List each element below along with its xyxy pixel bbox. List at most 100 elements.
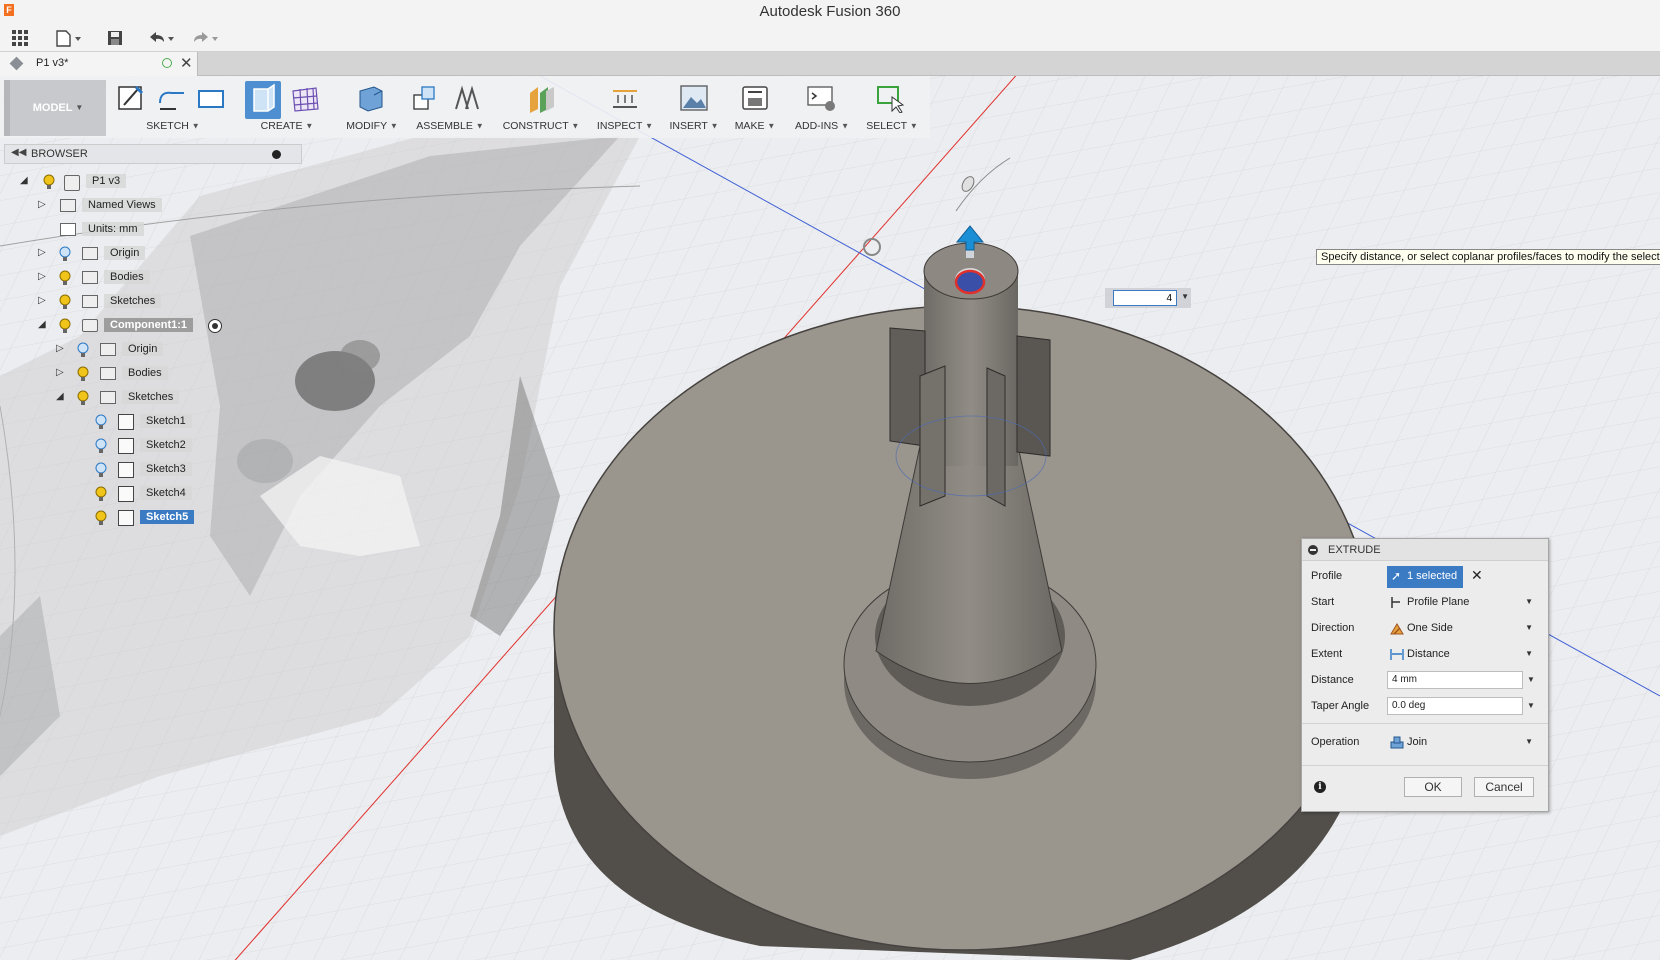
close-tab-icon[interactable]: ✕: [180, 54, 193, 72]
dropdown-arrow-icon: ▼: [1525, 623, 1533, 632]
offset-plane-icon[interactable]: [526, 83, 556, 113]
expand-arrow-icon[interactable]: ▷: [56, 343, 64, 354]
apps-grid-icon[interactable]: [10, 28, 30, 48]
visibility-bulb-icon[interactable]: [58, 246, 72, 262]
distance-value-input[interactable]: [1113, 290, 1177, 306]
one-side-icon: [1390, 623, 1404, 635]
visibility-bulb-icon[interactable]: [94, 486, 108, 502]
press-pull-icon[interactable]: [356, 83, 386, 113]
sketch-icon: [118, 414, 134, 430]
collapse-arrow-icon[interactable]: ◢: [56, 391, 64, 402]
expand-arrow-icon[interactable]: ▷: [38, 271, 46, 282]
folder-icon: [100, 343, 116, 356]
visibility-bulb-icon[interactable]: [76, 366, 90, 382]
folder-icon: [82, 271, 98, 284]
extrude-icon[interactable]: [248, 83, 278, 113]
expand-arrow-icon[interactable]: ▷: [38, 295, 46, 306]
create-group[interactable]: CREATE ▼: [242, 78, 332, 136]
scripts-addins-icon[interactable]: [806, 83, 836, 113]
document-cube-icon: [9, 56, 24, 71]
direction-value: One Side: [1407, 622, 1453, 634]
visibility-bulb-icon[interactable]: [94, 462, 108, 478]
redo-icon[interactable]: [190, 28, 222, 48]
extrude-dialog-header[interactable]: EXTRUDE: [1302, 539, 1548, 561]
scene-canvas: [0, 76, 1660, 960]
visibility-bulb-icon[interactable]: [58, 270, 72, 286]
sketch-icon: [118, 462, 134, 478]
browser-minimize-icon[interactable]: [272, 150, 281, 159]
undo-icon[interactable]: [146, 28, 178, 48]
tree-item-label: Sketches: [122, 390, 180, 404]
extent-label: Extent: [1311, 648, 1343, 660]
direction-select[interactable]: One Side ▼: [1387, 619, 1537, 639]
extent-row: Extent Distance ▼: [1302, 642, 1548, 668]
tree-item-label: Sketch5: [140, 510, 195, 524]
visibility-bulb-icon[interactable]: [76, 390, 90, 406]
sketch-icon: [118, 438, 134, 454]
cancel-button[interactable]: Cancel: [1474, 777, 1534, 797]
workspace-switcher[interactable]: MODEL ▼: [4, 80, 106, 136]
select-group[interactable]: SELECT ▼: [864, 78, 920, 136]
dropdown-arrow-icon[interactable]: ▼: [1527, 675, 1535, 684]
3d-print-icon[interactable]: [740, 83, 770, 113]
visibility-bulb-icon[interactable]: [58, 318, 72, 334]
add-ins-group[interactable]: ADD-INS ▼: [792, 78, 852, 136]
visibility-bulb-icon[interactable]: [94, 414, 108, 430]
collapse-arrow-icon[interactable]: ◢: [20, 175, 28, 186]
sketch-group-label: SKETCH ▼: [146, 120, 200, 132]
selected-profile[interactable]: [954, 268, 986, 295]
visibility-bulb-icon[interactable]: [94, 510, 108, 526]
direction-label: Direction: [1311, 622, 1355, 634]
dropdown-arrow-icon: ▼: [1525, 649, 1533, 658]
construct-group[interactable]: CONSTRUCT ▼: [502, 78, 580, 136]
select-icon[interactable]: [876, 83, 906, 113]
3d-viewport[interactable]: [0, 76, 1660, 960]
distance-row: Distance 4 mm ▼: [1302, 668, 1548, 694]
folder-icon: [100, 367, 116, 380]
document-tab[interactable]: P1 v3* ✕: [0, 52, 198, 76]
operation-select[interactable]: Join ▼: [1387, 733, 1537, 753]
insert-group[interactable]: INSERT ▼: [668, 78, 720, 136]
operation-row: Operation Join ▼: [1302, 730, 1548, 756]
collapse-browser-icon[interactable]: ◀◀: [11, 147, 26, 158]
collapse-arrow-icon[interactable]: ◢: [38, 319, 46, 330]
ok-button[interactable]: OK: [1404, 777, 1462, 797]
expand-arrow-icon[interactable]: ▷: [38, 199, 46, 210]
clear-selection-icon[interactable]: ✕: [1471, 567, 1483, 584]
make-group[interactable]: MAKE ▼: [730, 78, 780, 136]
expand-arrow-icon[interactable]: ▷: [38, 247, 46, 258]
distance-field[interactable]: 4 mm: [1387, 671, 1523, 689]
taper-angle-field[interactable]: 0.0 deg: [1387, 697, 1523, 715]
info-icon[interactable]: i: [1314, 781, 1326, 793]
expand-arrow-icon[interactable]: ▷: [56, 367, 64, 378]
save-icon[interactable]: [106, 28, 124, 48]
visibility-bulb-icon[interactable]: [42, 174, 56, 190]
dropdown-arrow-icon[interactable]: ▼: [1527, 701, 1535, 710]
browser-header[interactable]: ◀◀ BROWSER: [4, 144, 302, 164]
file-menu-icon[interactable]: [54, 28, 84, 48]
form-icon[interactable]: [290, 83, 320, 113]
start-select[interactable]: Profile Plane ▼: [1387, 593, 1537, 613]
joint-icon[interactable]: [452, 83, 482, 113]
dropdown-arrow-icon[interactable]: ▼: [1181, 292, 1189, 301]
create-sketch-icon[interactable]: [116, 83, 146, 113]
visibility-bulb-icon[interactable]: [76, 342, 90, 358]
rectangle-tool-icon[interactable]: [196, 83, 226, 113]
activate-component-icon[interactable]: [208, 319, 222, 333]
collapse-dialog-icon[interactable]: [1308, 545, 1318, 555]
workspace-label: MODEL: [32, 102, 73, 114]
extent-select[interactable]: Distance ▼: [1387, 645, 1537, 665]
line-tool-icon[interactable]: [156, 83, 186, 113]
visibility-bulb-icon[interactable]: [94, 438, 108, 454]
visibility-bulb-icon[interactable]: [58, 294, 72, 310]
assemble-group[interactable]: ASSEMBLE ▼: [410, 78, 490, 136]
operation-label: Operation: [1311, 736, 1360, 748]
measure-icon[interactable]: [610, 83, 640, 113]
profile-selection-button[interactable]: ➚ 1 selected: [1387, 566, 1463, 588]
insert-image-icon[interactable]: [679, 83, 709, 113]
quick-access-toolbar: [0, 24, 1660, 52]
sketch-group[interactable]: SKETCH ▼: [112, 78, 234, 136]
inspect-group[interactable]: INSPECT ▼: [592, 78, 658, 136]
modify-group[interactable]: MODIFY ▼: [338, 78, 406, 136]
new-component-icon[interactable]: [410, 83, 440, 113]
